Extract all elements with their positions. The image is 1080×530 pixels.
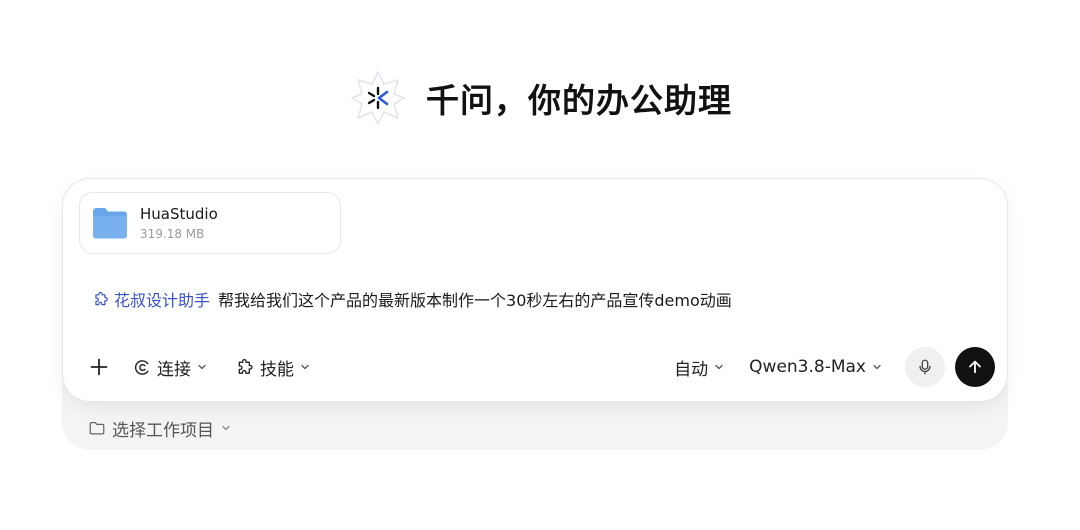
connect-label: 连接	[157, 359, 191, 380]
app-page: 千问，你的办公助理 选择工作项目 HuaStudio 319.18 MB 花叔设…	[0, 0, 1080, 530]
project-select-label: 选择工作项目	[112, 420, 214, 441]
add-button[interactable]	[85, 347, 113, 387]
prompt-text: 帮我给我们这个产品的最新版本制作一个30秒左右的产品宣传demo动画	[218, 291, 732, 310]
puzzle-icon	[93, 291, 110, 308]
attachment-meta: HuaStudio 319.18 MB	[140, 205, 218, 241]
chevron-down-icon	[220, 422, 232, 434]
hero-header: 千问，你的办公助理	[0, 66, 1080, 130]
skill-tag-label: 花叔设计助手	[114, 291, 211, 310]
model-select[interactable]: Qwen3.8-Max	[749, 347, 883, 387]
chevron-down-icon	[196, 361, 208, 373]
model-label: Qwen3.8-Max	[749, 357, 866, 377]
prompt-input[interactable]: 花叔设计助手 帮我给我们这个产品的最新版本制作一个30秒左右的产品宣传demo动…	[93, 287, 732, 311]
arrow-up-icon	[969, 360, 981, 374]
mode-label: 自动	[674, 359, 709, 380]
composer-card: HuaStudio 319.18 MB 花叔设计助手 帮我给我们这个产品的最新版…	[62, 178, 1008, 402]
mode-select[interactable]: 自动	[674, 347, 725, 387]
folder-icon	[92, 207, 128, 239]
microphone-icon	[919, 359, 931, 375]
attachment-name: HuaStudio	[140, 205, 218, 223]
connect-icon	[133, 358, 152, 377]
send-button[interactable]	[955, 347, 995, 387]
page-title: 千问，你的办公助理	[426, 81, 732, 120]
attachment-size: 319.18 MB	[140, 227, 205, 241]
voice-input-button[interactable]	[905, 347, 945, 387]
skills-button[interactable]: 技能	[236, 347, 311, 387]
skill-tag[interactable]: 花叔设计助手	[93, 287, 210, 311]
connect-button[interactable]: 连接	[133, 347, 208, 387]
composer-toolbar: 连接 技能 自动 Qwen3.8-Max	[85, 347, 995, 387]
puzzle-icon	[236, 358, 255, 377]
folder-outline-icon	[88, 419, 106, 437]
chevron-down-icon	[299, 361, 311, 373]
attachment-chip[interactable]: HuaStudio 319.18 MB	[79, 192, 341, 254]
skills-label: 技能	[260, 359, 294, 380]
plus-icon	[90, 358, 108, 376]
chevron-down-icon	[713, 361, 725, 373]
chevron-down-icon	[871, 361, 883, 373]
qwen-logo-icon	[348, 68, 408, 128]
project-select[interactable]: 选择工作项目	[88, 416, 232, 441]
